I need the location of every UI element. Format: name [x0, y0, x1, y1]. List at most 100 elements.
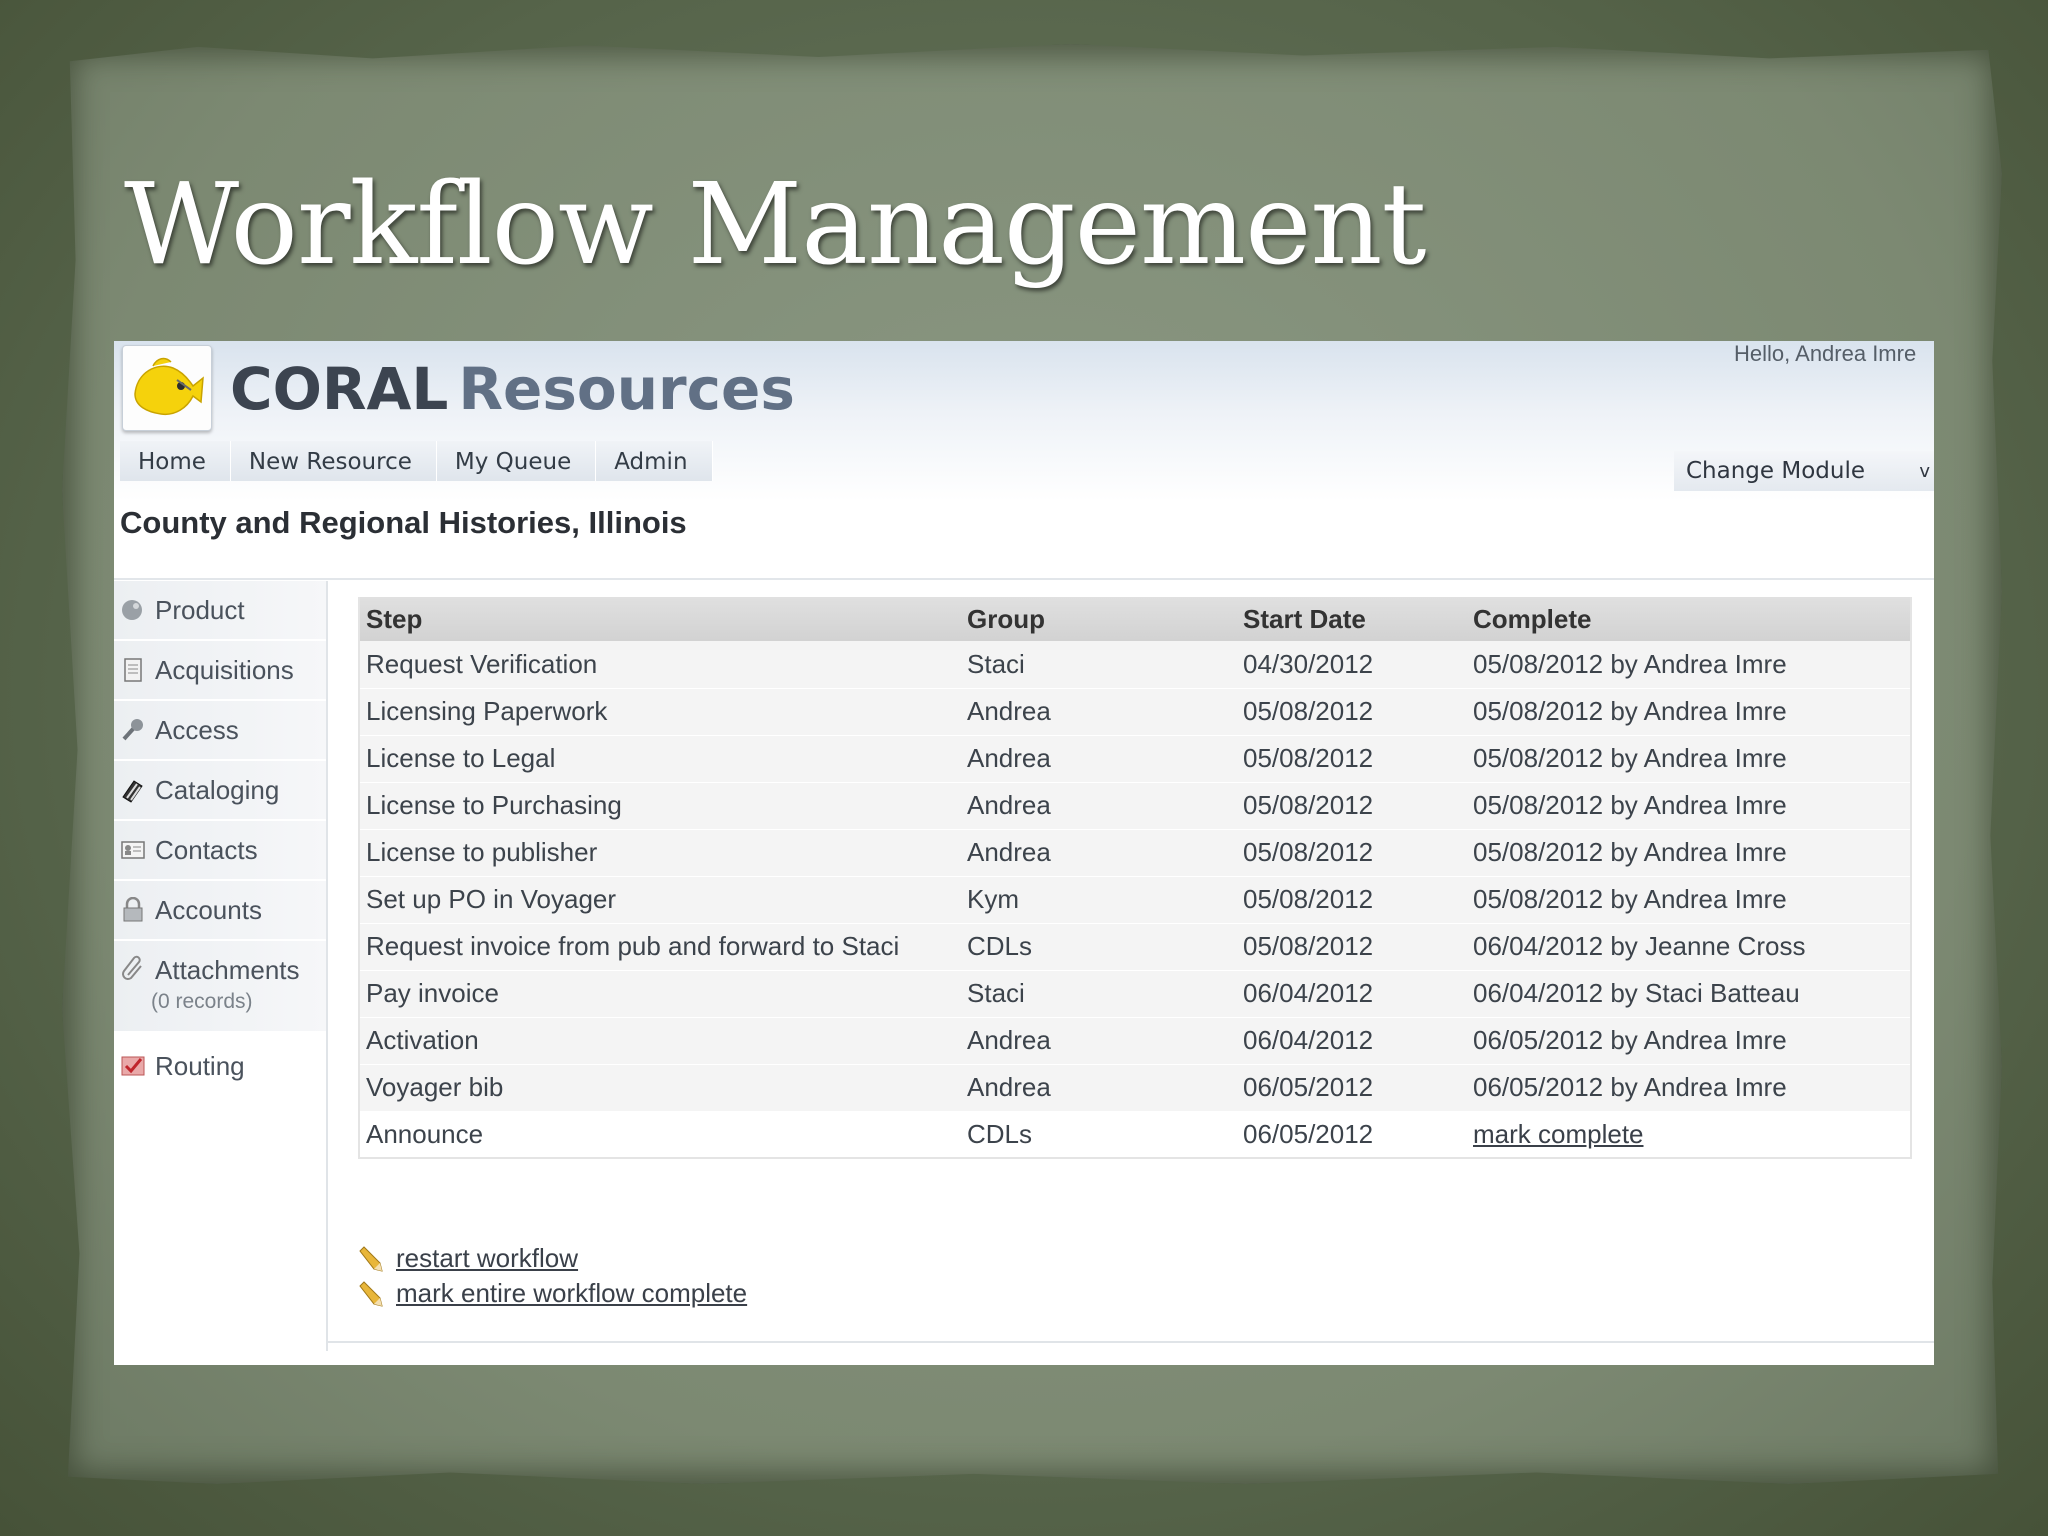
pencil-icon [356, 1280, 384, 1308]
start-date-cell: 04/30/2012 [1237, 641, 1467, 689]
mark-workflow-complete-action: mark entire workflow complete [356, 1276, 747, 1311]
start-date-cell: 05/08/2012 [1237, 923, 1467, 971]
table-row: Announce CDLs 06/05/2012 mark complete [358, 1111, 1912, 1159]
start-date-cell: 06/04/2012 [1237, 970, 1467, 1018]
start-date-cell: 05/08/2012 [1237, 876, 1467, 924]
complete-cell: mark complete [1467, 1111, 1912, 1159]
sidebar-item-label: Attachments [155, 955, 300, 985]
sidebar-item-label: Cataloging [155, 774, 280, 805]
start-date-cell: 06/05/2012 [1237, 1111, 1467, 1159]
lock-icon [120, 897, 146, 923]
routing-check-icon [120, 1053, 146, 1079]
column-header-complete: Complete [1467, 597, 1912, 641]
coral-logo[interactable] [122, 345, 212, 431]
pencil-icon [356, 1245, 384, 1273]
table-row: Set up PO in Voyager Kym 05/08/2012 05/0… [358, 876, 1912, 924]
app-screenshot: CORAL Resources Hello, Andrea Imre Home N… [114, 341, 1934, 1365]
step-cell: Announce [358, 1111, 961, 1159]
nav-new-resource[interactable]: New Resource [231, 441, 437, 481]
fish-icon [134, 357, 204, 416]
column-header-step: Step [358, 597, 961, 641]
complete-cell: 06/05/2012 by Andrea Imre [1467, 1064, 1912, 1112]
resource-title: County and Regional Histories, Illinois [120, 505, 687, 540]
complete-cell: 05/08/2012 by Andrea Imre [1467, 688, 1912, 736]
sidebar-item-label: Contacts [155, 834, 258, 865]
books-icon [120, 777, 146, 803]
group-cell: Andrea [961, 735, 1237, 783]
complete-cell: 06/05/2012 by Andrea Imre [1467, 1017, 1912, 1065]
key-icon [120, 717, 146, 743]
step-cell: License to publisher [358, 829, 961, 877]
table-row: Request Verification Staci 04/30/2012 05… [358, 641, 1912, 689]
step-cell: Licensing Paperwork [358, 688, 961, 736]
sidebar-item-label: Routing [155, 1050, 245, 1081]
nav-my-queue[interactable]: My Queue [437, 441, 597, 481]
sidebar-item-cataloging[interactable]: Cataloging [114, 761, 328, 821]
group-cell: Andrea [961, 688, 1237, 736]
sidebar-item-routing[interactable]: Routing [114, 1035, 328, 1099]
complete-cell: 05/08/2012 by Andrea Imre [1467, 735, 1912, 783]
start-date-cell: 05/08/2012 [1237, 688, 1467, 736]
complete-cell: 06/04/2012 by Staci Batteau [1467, 970, 1912, 1018]
sidebar-item-label: Acquisitions [155, 654, 294, 685]
change-module-select[interactable]: Change Module v [1674, 451, 1934, 491]
nav-home[interactable]: Home [120, 441, 231, 481]
step-cell: License to Purchasing [358, 782, 961, 830]
divider [326, 581, 328, 1351]
step-cell: Request Verification [358, 641, 961, 689]
sidebar-item-access[interactable]: Access [114, 701, 328, 761]
sidebar-item-accounts[interactable]: Accounts [114, 881, 328, 941]
group-cell: Staci [961, 970, 1237, 1018]
acquisitions-icon [120, 657, 146, 683]
sidebar-item-attachments[interactable]: Attachments (0 records) [114, 941, 328, 1033]
table-row: License to Legal Andrea 05/08/2012 05/08… [358, 735, 1912, 783]
group-cell: Kym [961, 876, 1237, 924]
complete-cell: 05/08/2012 by Andrea Imre [1467, 829, 1912, 877]
group-cell: Staci [961, 641, 1237, 689]
user-greeting: Hello, Andrea Imre [1734, 341, 1917, 366]
start-date-cell: 06/04/2012 [1237, 1017, 1467, 1065]
group-cell: CDLs [961, 923, 1237, 971]
column-header-group: Group [961, 597, 1237, 641]
sidebar-item-label: Accounts [155, 894, 262, 925]
table-row: Activation Andrea 06/04/2012 06/05/2012 … [358, 1017, 1912, 1065]
complete-cell: 05/08/2012 by Andrea Imre [1467, 782, 1912, 830]
table-row: Request invoice from pub and forward to … [358, 923, 1912, 971]
step-cell: Set up PO in Voyager [358, 876, 961, 924]
start-date-cell: 05/08/2012 [1237, 829, 1467, 877]
brand-title: CORAL Resources [230, 355, 795, 423]
complete-cell: 05/08/2012 by Andrea Imre [1467, 641, 1912, 689]
sidebar-item-label: Access [155, 714, 239, 745]
step-cell: License to Legal [358, 735, 961, 783]
sidebar-item-product[interactable]: Product [114, 581, 328, 641]
table-row: Pay invoice Staci 06/04/2012 06/04/2012 … [358, 970, 1912, 1018]
start-date-cell: 05/08/2012 [1237, 782, 1467, 830]
sidebar-item-label: Product [155, 594, 245, 625]
nav-admin[interactable]: Admin [596, 441, 713, 481]
resource-sidebar: Product Acquisitions Access Cataloging C… [114, 581, 328, 1099]
contact-card-icon [120, 837, 146, 863]
sidebar-item-contacts[interactable]: Contacts [114, 821, 328, 881]
table-row: Licensing Paperwork Andrea 05/08/2012 05… [358, 688, 1912, 736]
workflow-table: Step Group Start Date Complete Request V… [358, 597, 1912, 1159]
paperclip-icon [120, 955, 146, 981]
group-cell: Andrea [961, 829, 1237, 877]
divider [326, 1341, 1934, 1343]
chevron-down-icon: v [1919, 460, 1930, 482]
brand-primary: CORAL [230, 355, 449, 423]
start-date-cell: 05/08/2012 [1237, 735, 1467, 783]
group-cell: Andrea [961, 782, 1237, 830]
attachments-count: (0 records) [151, 990, 253, 1013]
complete-cell: 06/04/2012 by Jeanne Cross [1467, 923, 1912, 971]
slide-title: Workflow Management [124, 160, 1426, 290]
app-header: CORAL Resources Hello, Andrea Imre Home N… [114, 341, 1934, 501]
step-cell: Pay invoice [358, 970, 961, 1018]
step-cell: Request invoice from pub and forward to … [358, 923, 961, 971]
restart-workflow-link[interactable]: restart workflow [396, 1243, 578, 1274]
divider [114, 578, 1934, 580]
group-cell: CDLs [961, 1111, 1237, 1159]
sidebar-item-acquisitions[interactable]: Acquisitions [114, 641, 328, 701]
step-cell: Activation [358, 1017, 961, 1065]
mark-complete-link[interactable]: mark complete [1473, 1119, 1644, 1149]
mark-entire-workflow-complete-link[interactable]: mark entire workflow complete [396, 1278, 747, 1309]
